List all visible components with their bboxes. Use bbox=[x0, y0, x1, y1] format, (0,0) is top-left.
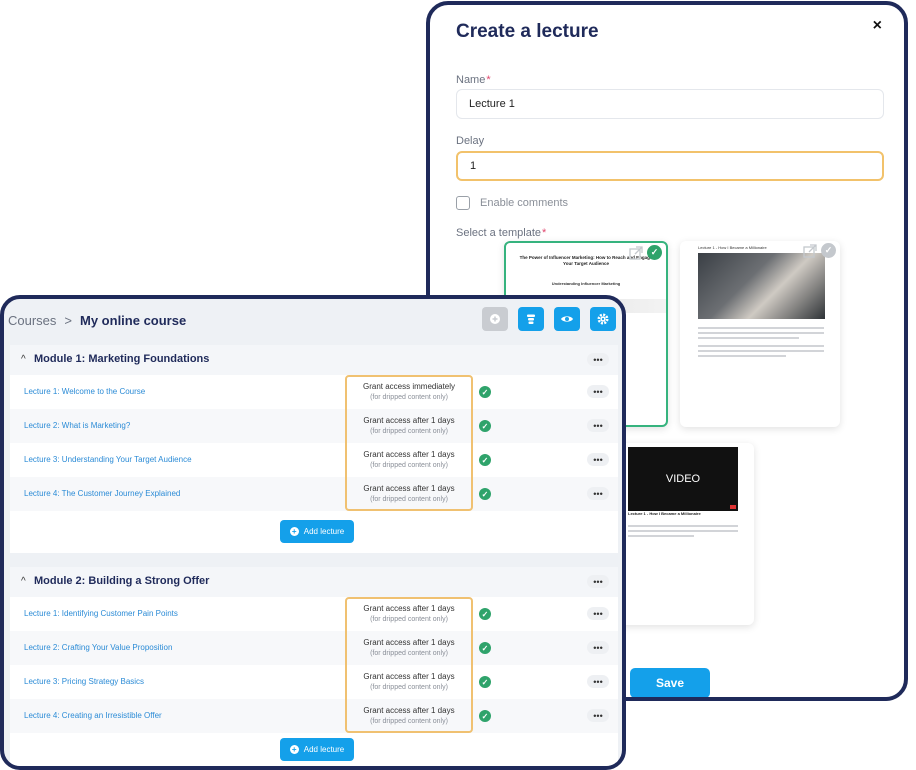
plus-icon: + bbox=[289, 745, 299, 754]
module-1-title: Module 1: Marketing Foundations bbox=[34, 353, 210, 365]
lecture-more-icon[interactable]: ••• bbox=[587, 385, 609, 398]
template-1-subtitle: Understanding Influencer Marketing bbox=[551, 281, 621, 286]
stack-icon bbox=[527, 314, 535, 324]
check-icon: ✓ bbox=[479, 420, 491, 432]
course-editor-panel: Courses > My online course ^ Module 1: M… bbox=[0, 295, 626, 770]
template-1-badges: ✓ bbox=[629, 245, 662, 260]
lecture-row: Lecture 1: Identifying Customer Pain Poi… bbox=[10, 597, 618, 631]
template-2-image bbox=[698, 253, 825, 319]
settings-button[interactable] bbox=[590, 307, 616, 331]
lecture-link[interactable]: Lecture 3: Understanding Your Target Aud… bbox=[24, 455, 192, 464]
access-cell[interactable]: Grant access immediately (for dripped con… bbox=[347, 377, 471, 411]
template-label: Select a template* bbox=[456, 227, 547, 239]
enable-comments-checkbox[interactable] bbox=[456, 196, 470, 210]
template-card-3[interactable]: VIDEO Lecture 1 - How I Became a Million… bbox=[620, 443, 754, 625]
check-icon: ✓ bbox=[479, 454, 491, 466]
lecture-link[interactable]: Lecture 2: Crafting Your Value Propositi… bbox=[24, 643, 172, 652]
lecture-link[interactable]: Lecture 1: Welcome to the Course bbox=[24, 387, 145, 396]
lecture-row: Lecture 1: Welcome to the Course ✓ ••• bbox=[10, 375, 618, 409]
access-cell[interactable]: Grant access after 1 days (for dripped co… bbox=[347, 667, 471, 701]
course-toolbar bbox=[482, 307, 616, 331]
add-lecture-button[interactable]: + Add lecture bbox=[280, 520, 354, 543]
lecture-link[interactable]: Lecture 3: Pricing Strategy Basics bbox=[24, 677, 144, 686]
lecture-row: Lecture 4: The Customer Journey Explaine… bbox=[10, 477, 618, 511]
delay-label: Delay bbox=[456, 135, 485, 147]
enable-comments-label: Enable comments bbox=[480, 197, 569, 209]
module-1-header[interactable]: ^ Module 1: Marketing Foundations ••• bbox=[10, 345, 618, 375]
gear-icon bbox=[597, 313, 609, 325]
save-button[interactable]: Save bbox=[630, 668, 710, 697]
lecture-row: Lecture 4: Creating an Irresistible Offe… bbox=[10, 699, 618, 733]
course-header: Courses > My online course bbox=[4, 299, 622, 343]
lecture-link[interactable]: Lecture 4: The Customer Journey Explaine… bbox=[24, 489, 180, 498]
template-3-video: VIDEO bbox=[628, 447, 738, 511]
lecture-more-icon[interactable]: ••• bbox=[587, 641, 609, 654]
access-cell[interactable]: Grant access after 1 days (for dripped co… bbox=[347, 479, 471, 513]
lecture-row: Lecture 3: Understanding Your Target Aud… bbox=[10, 443, 618, 477]
module-2-more-icon[interactable]: ••• bbox=[587, 575, 609, 588]
external-link-icon[interactable] bbox=[629, 245, 643, 260]
template-2-title: Lecture 1 - How I Became a Millionaire bbox=[698, 245, 767, 250]
lecture-link[interactable]: Lecture 1: Identifying Customer Pain Poi… bbox=[24, 609, 178, 618]
add-lecture-button[interactable]: + Add lecture bbox=[280, 738, 354, 761]
access-cell[interactable]: Grant access after 1 days (for dripped co… bbox=[347, 411, 471, 445]
module-1: ^ Module 1: Marketing Foundations ••• Le… bbox=[10, 345, 618, 553]
check-icon: ✓ bbox=[479, 488, 491, 500]
lecture-more-icon[interactable]: ••• bbox=[587, 675, 609, 688]
lecture-row: Lecture 3: Pricing Strategy Basics ✓ ••• bbox=[10, 665, 618, 699]
module-2-title: Module 2: Building a Strong Offer bbox=[34, 575, 210, 587]
selected-check-icon: ✓ bbox=[647, 245, 662, 260]
chevron-up-icon[interactable]: ^ bbox=[21, 354, 26, 365]
breadcrumb-current: My online course bbox=[80, 313, 187, 328]
lecture-row: Lecture 2: Crafting Your Value Propositi… bbox=[10, 631, 618, 665]
module-2: ^ Module 2: Building a Strong Offer ••• … bbox=[10, 567, 618, 766]
add-icon bbox=[490, 314, 500, 324]
check-icon: ✓ bbox=[479, 386, 491, 398]
plus-icon: + bbox=[289, 527, 299, 536]
access-cell[interactable]: Grant access after 1 days (for dripped co… bbox=[347, 633, 471, 667]
lecture-more-icon[interactable]: ••• bbox=[587, 607, 609, 620]
lecture-link[interactable]: Lecture 2: What is Marketing? bbox=[24, 421, 130, 430]
layers-button[interactable] bbox=[518, 307, 544, 331]
lecture-row: Lecture 2: What is Marketing? ✓ ••• bbox=[10, 409, 618, 443]
name-input[interactable] bbox=[456, 89, 884, 119]
unselected-check-icon[interactable]: ✓ bbox=[821, 243, 836, 258]
check-icon: ✓ bbox=[479, 608, 491, 620]
lecture-more-icon[interactable]: ••• bbox=[587, 709, 609, 722]
enable-comments-row[interactable]: Enable comments bbox=[456, 196, 568, 210]
access-cell[interactable]: Grant access after 1 days (for dripped co… bbox=[347, 701, 471, 735]
chevron-right-icon: > bbox=[64, 313, 73, 328]
preview-button[interactable] bbox=[554, 307, 580, 331]
module-1-more-icon[interactable]: ••• bbox=[587, 353, 609, 366]
add-module-button[interactable] bbox=[482, 307, 508, 331]
module-2-header[interactable]: ^ Module 2: Building a Strong Offer ••• bbox=[10, 567, 618, 597]
close-icon[interactable]: × bbox=[873, 17, 882, 35]
template-3-text-lines bbox=[628, 525, 738, 540]
modal-title: Create a lecture bbox=[456, 21, 599, 42]
template-2-badges: ✓ bbox=[803, 243, 836, 258]
check-icon: ✓ bbox=[479, 676, 491, 688]
lecture-more-icon[interactable]: ••• bbox=[587, 453, 609, 466]
template-3-caption: Lecture 1 - How I Became a Millionaire bbox=[628, 511, 701, 516]
access-cell[interactable]: Grant access after 1 days (for dripped co… bbox=[347, 445, 471, 479]
delay-input[interactable] bbox=[456, 151, 884, 181]
template-2-text-lines bbox=[698, 327, 824, 360]
template-card-2[interactable]: Lecture 1 - How I Became a Millionaire ✓ bbox=[680, 241, 840, 427]
chevron-up-icon[interactable]: ^ bbox=[21, 576, 26, 587]
access-settings-box: Grant access after 1 days (for dripped co… bbox=[345, 597, 473, 733]
eye-icon bbox=[561, 316, 573, 322]
lecture-link[interactable]: Lecture 4: Creating an Irresistible Offe… bbox=[24, 711, 162, 720]
check-icon: ✓ bbox=[479, 710, 491, 722]
breadcrumb-courses[interactable]: Courses bbox=[8, 313, 56, 328]
lecture-more-icon[interactable]: ••• bbox=[587, 487, 609, 500]
check-icon: ✓ bbox=[479, 642, 491, 654]
lecture-more-icon[interactable]: ••• bbox=[587, 419, 609, 432]
access-cell[interactable]: Grant access after 1 days (for dripped co… bbox=[347, 599, 471, 633]
name-label: Name* bbox=[456, 74, 491, 86]
external-link-icon[interactable] bbox=[803, 243, 817, 258]
video-play-icon bbox=[730, 505, 736, 509]
access-settings-box: Grant access immediately (for dripped con… bbox=[345, 375, 473, 511]
breadcrumb: Courses > My online course bbox=[8, 313, 186, 328]
